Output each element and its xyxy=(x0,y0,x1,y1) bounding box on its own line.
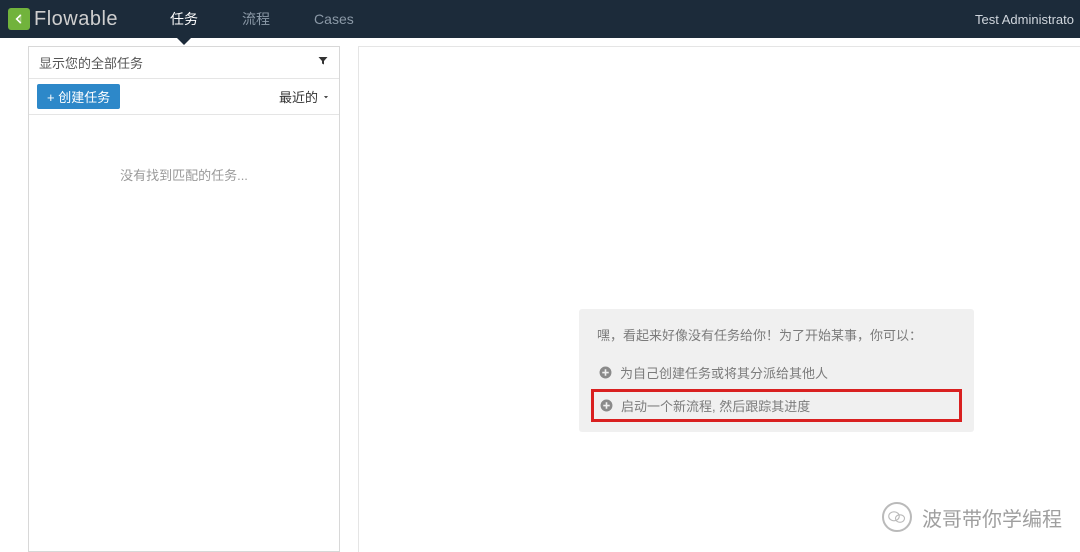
filter-icon[interactable] xyxy=(317,55,329,70)
user-name[interactable]: Test Administrato xyxy=(975,12,1080,27)
filter-row[interactable]: 显示您的全部任务 xyxy=(29,47,339,79)
filter-label: 显示您的全部任务 xyxy=(39,53,143,72)
nav-processes[interactable]: 流程 xyxy=(220,0,292,38)
sidebar: 显示您的全部任务 + 创建任务 最近的 没有找到匹配的任务... xyxy=(28,46,340,552)
logo: Flowable xyxy=(0,0,148,38)
content: 显示您的全部任务 + 创建任务 最近的 没有找到匹配的任务... 嘿，看起来好像… xyxy=(0,38,1080,552)
create-row: + 创建任务 最近的 xyxy=(29,79,339,115)
nav-cases[interactable]: Cases xyxy=(292,0,376,38)
nav-tasks[interactable]: 任务 xyxy=(148,0,220,38)
main-panel: 嘿，看起来好像没有任务给你！为了开始某事，你可以： 为自己创建任务或将其分派给其… xyxy=(358,46,1080,552)
hint-action-start-process[interactable]: 启动一个新流程, 然后跟踪其进度 xyxy=(591,389,962,422)
plus-circle-icon xyxy=(600,399,613,412)
chevron-down-icon xyxy=(321,92,331,102)
hint-action-create-task[interactable]: 为自己创建任务或将其分派给其他人 xyxy=(597,358,956,387)
plus-circle-icon xyxy=(599,366,612,379)
sort-dropdown[interactable]: 最近的 xyxy=(279,87,331,106)
wechat-icon xyxy=(882,502,912,532)
empty-task-message: 没有找到匹配的任务... xyxy=(29,115,339,234)
logo-text: Flowable xyxy=(34,8,118,31)
hint-action-label: 为自己创建任务或将其分派给其他人 xyxy=(620,363,828,382)
logo-icon xyxy=(8,8,30,30)
hint-title: 嘿，看起来好像没有任务给你！为了开始某事，你可以： xyxy=(597,325,956,344)
sort-label-text: 最近的 xyxy=(279,87,318,106)
header: Flowable 任务 流程 Cases Test Administrato xyxy=(0,0,1080,38)
hint-box: 嘿，看起来好像没有任务给你！为了开始某事，你可以： 为自己创建任务或将其分派给其… xyxy=(579,309,974,432)
watermark: 波哥带你学编程 xyxy=(882,502,1062,532)
watermark-text: 波哥带你学编程 xyxy=(922,503,1062,532)
hint-action-label: 启动一个新流程, 然后跟踪其进度 xyxy=(621,396,810,415)
create-task-button[interactable]: + 创建任务 xyxy=(37,84,120,109)
nav: 任务 流程 Cases xyxy=(148,0,376,38)
